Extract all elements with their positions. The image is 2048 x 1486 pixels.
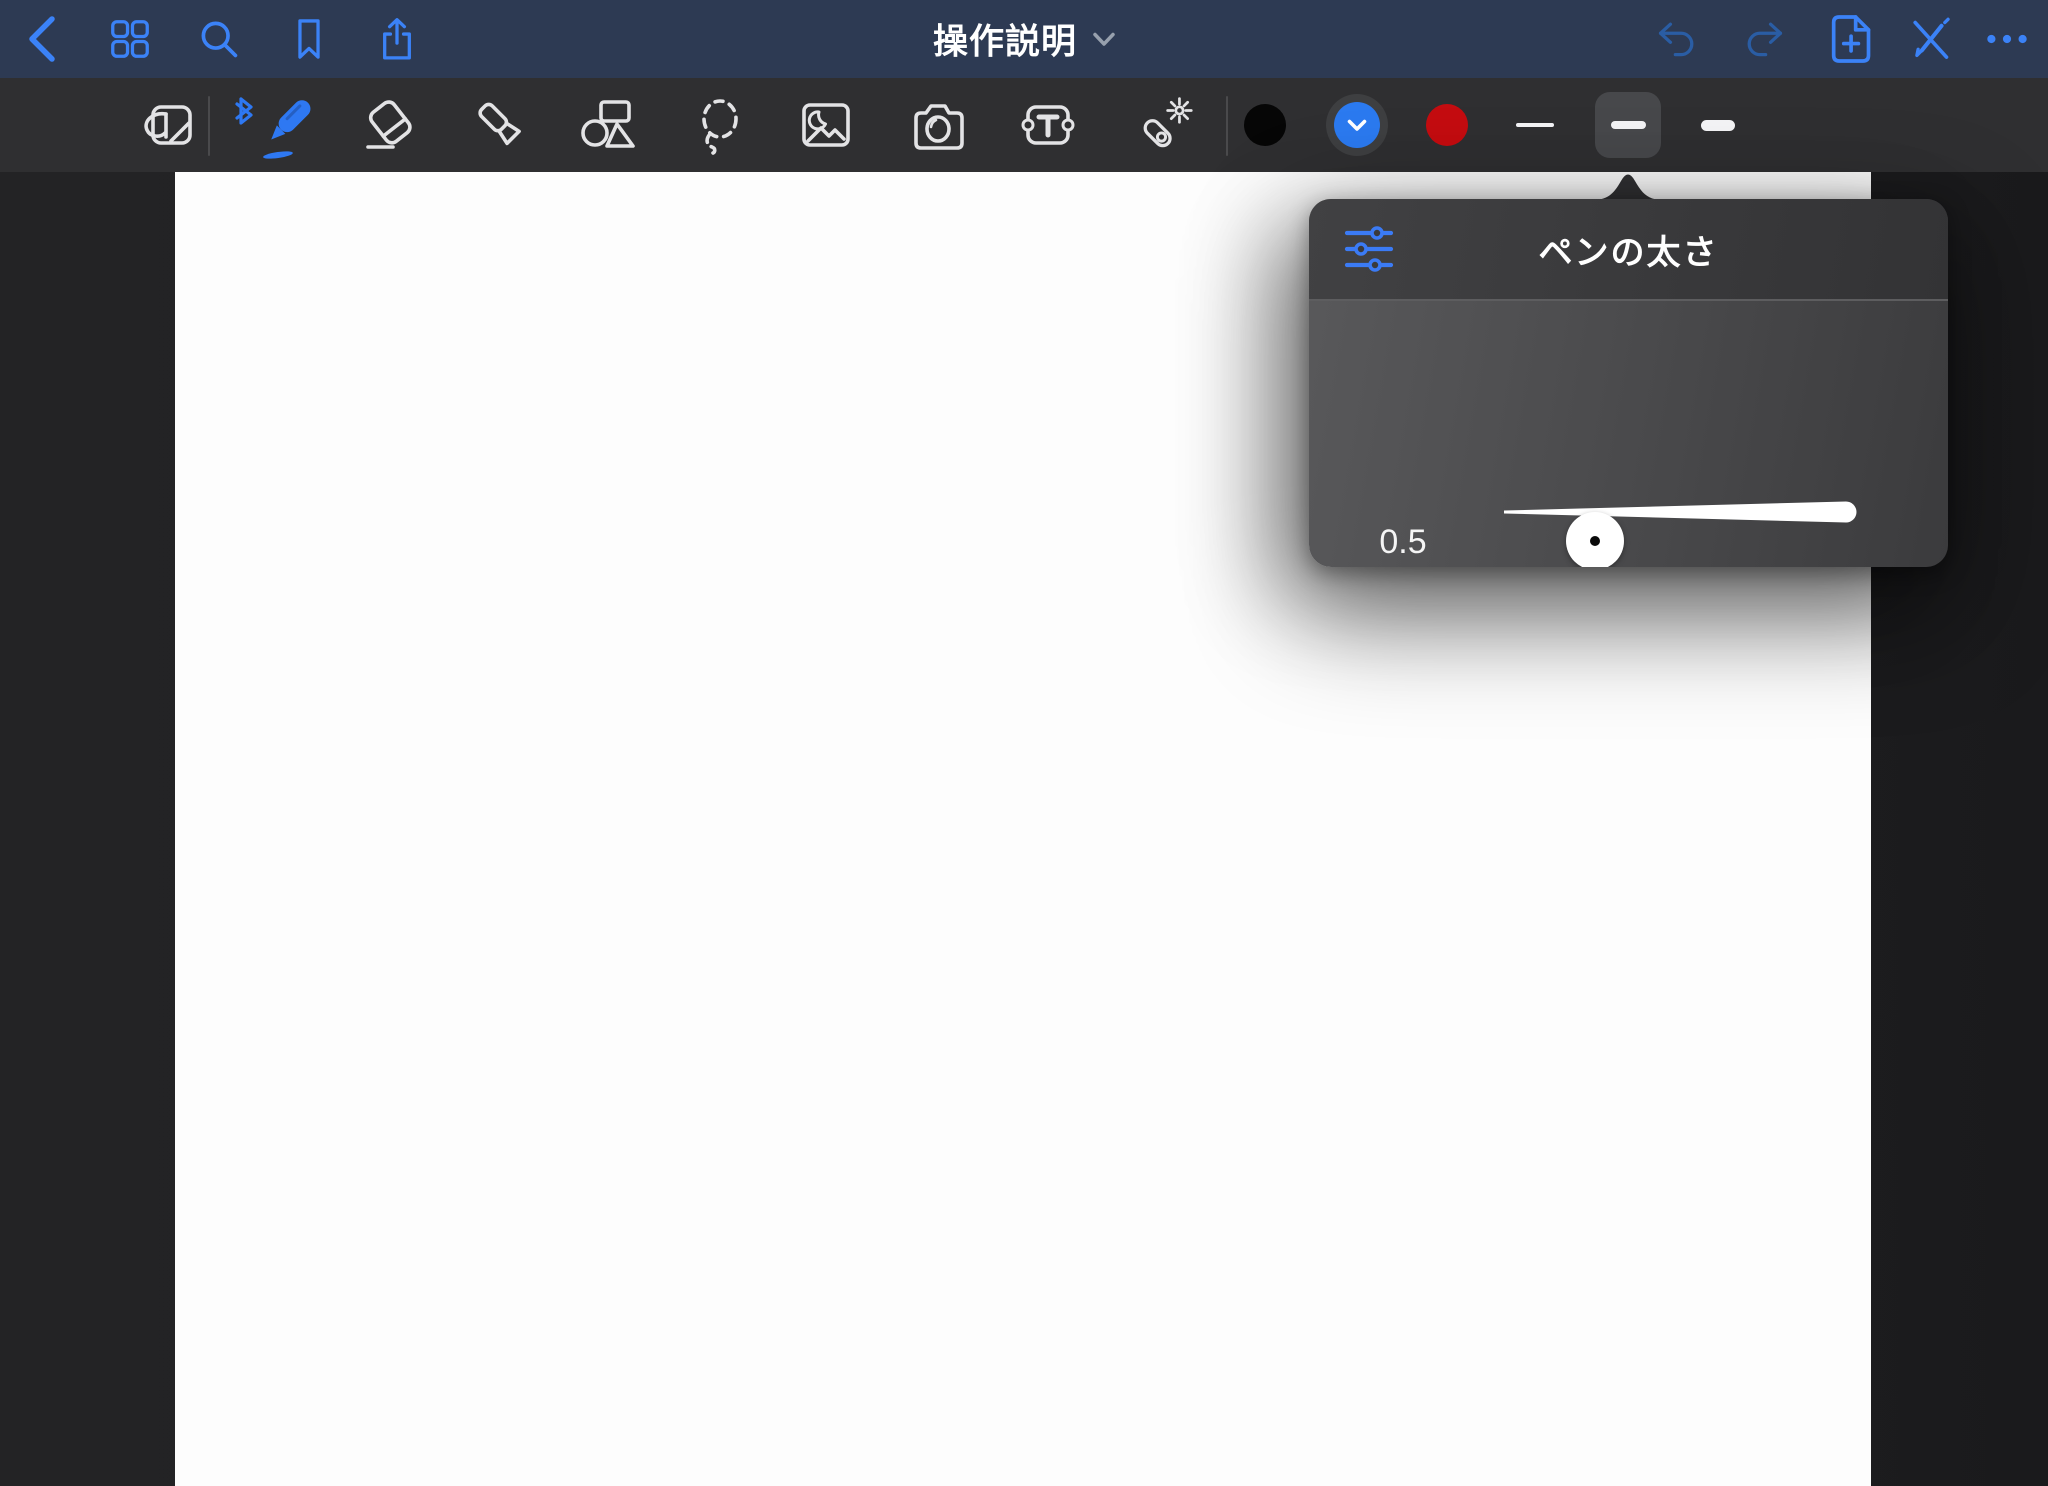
thumbnails-grid-icon — [107, 15, 153, 63]
thin-line-icon — [1516, 123, 1554, 127]
redo-button[interactable] — [1741, 16, 1787, 62]
back-icon — [24, 13, 60, 65]
lasso-icon — [691, 95, 749, 155]
selected-color — [1334, 102, 1380, 148]
goodnotes-window: 操作説明 — [0, 0, 2048, 1486]
popover-title: ペンの太さ — [1539, 225, 1719, 274]
more-button[interactable] — [1984, 16, 2030, 62]
pen-settings-button[interactable] — [1341, 221, 1397, 277]
redo-icon — [1741, 17, 1787, 61]
sparkle-icon — [1168, 99, 1192, 123]
stylus-disable-icon — [1907, 14, 1953, 64]
chevron-down-icon — [1093, 32, 1115, 46]
image-icon — [797, 98, 855, 152]
bookmark-button[interactable] — [286, 16, 332, 62]
chevron-down-icon — [1347, 119, 1367, 132]
color-swatch-blue[interactable] — [1326, 94, 1388, 156]
sliders-icon — [1344, 225, 1394, 273]
laser-pointer-tool-button[interactable] — [1134, 95, 1194, 155]
toolbar-divider — [1226, 96, 1228, 156]
edit-mode-icon — [139, 97, 197, 153]
thickness-medium-button[interactable] — [1595, 92, 1661, 158]
text-icon — [1018, 98, 1078, 152]
bluetooth-icon — [237, 99, 251, 123]
search-icon — [196, 14, 242, 64]
undo-button[interactable] — [1654, 16, 1700, 62]
document-title[interactable]: 操作説明 — [933, 14, 1115, 65]
pen-thickness-popover: ペンの太さ 0.5 mm — [1309, 199, 1948, 567]
lasso-tool-button[interactable] — [690, 95, 750, 155]
image-tool-button[interactable] — [796, 95, 856, 155]
highlighter-tool-button[interactable] — [470, 95, 530, 155]
tools-toolbar — [0, 78, 2048, 172]
edit-mode-tool-button[interactable] — [138, 95, 198, 155]
thick-line-icon — [1701, 120, 1735, 131]
undo-icon — [1654, 17, 1700, 61]
pen-tool-icon — [233, 85, 319, 165]
add-page-button[interactable] — [1829, 16, 1875, 62]
laser-pointer-icon — [1134, 94, 1194, 156]
highlighter-icon — [470, 95, 530, 155]
shapes-icon — [579, 96, 639, 154]
eraser-icon — [360, 96, 420, 154]
thickness-thin-button[interactable] — [1502, 92, 1568, 158]
share-button[interactable] — [374, 16, 420, 62]
shapes-tool-button[interactable] — [579, 95, 639, 155]
stylus-disable-button[interactable] — [1907, 16, 1953, 62]
thumbnails-button[interactable] — [107, 16, 153, 62]
search-button[interactable] — [196, 16, 242, 62]
page-title: 操作説明 — [933, 14, 1077, 65]
color-swatch-black[interactable] — [1244, 104, 1286, 146]
back-button[interactable] — [19, 16, 65, 62]
popover-arrow — [1592, 171, 1664, 200]
add-page-icon — [1830, 13, 1874, 65]
medium-line-icon — [1611, 121, 1646, 129]
more-icon — [1984, 31, 2030, 47]
toolbar-divider — [208, 96, 210, 156]
thickness-slider-row: 0.5 mm — [1309, 301, 1948, 567]
eraser-tool-button[interactable] — [360, 95, 420, 155]
navigation-bar: 操作説明 — [0, 0, 2048, 78]
thickness-value-label: 0.5 mm — [1347, 523, 1459, 567]
thickness-slider-track[interactable] — [1504, 482, 1878, 542]
bookmark-icon — [286, 14, 332, 64]
thickness-slider-thumb[interactable] — [1566, 512, 1624, 567]
thumb-dot — [1590, 536, 1600, 546]
camera-icon — [909, 99, 969, 151]
camera-tool-button[interactable] — [909, 95, 969, 155]
text-tool-button[interactable] — [1018, 95, 1078, 155]
pen-tool-button[interactable] — [233, 85, 319, 165]
color-swatch-red[interactable] — [1426, 104, 1468, 146]
popover-header: ペンの太さ — [1309, 199, 1948, 301]
share-icon — [374, 13, 420, 65]
thickness-thick-button[interactable] — [1685, 92, 1751, 158]
